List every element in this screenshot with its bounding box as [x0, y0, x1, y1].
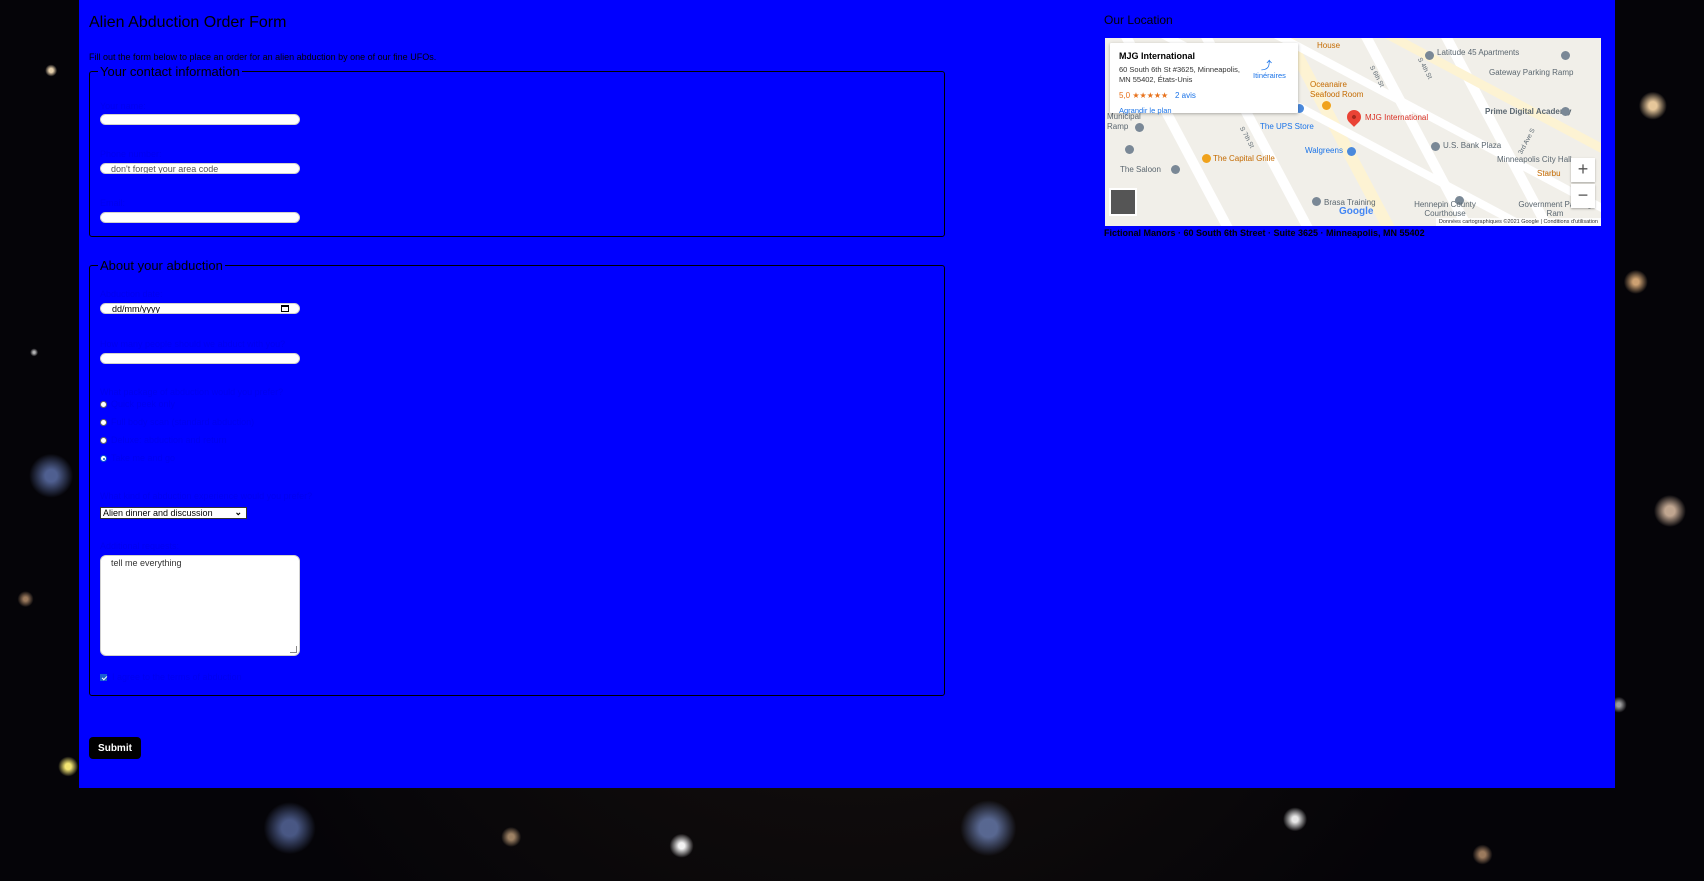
count-input[interactable] [100, 353, 300, 364]
radio-label: Deluxe: abduction and return [111, 435, 227, 445]
name-input[interactable] [100, 114, 300, 125]
map-pin-icon [1425, 51, 1434, 60]
map-label: Latitude 45 Apartments [1437, 48, 1520, 57]
experience-selected: Alien dinner and discussion [103, 508, 213, 518]
google-logo: Google [1339, 206, 1374, 217]
map-pin-icon [1561, 51, 1570, 60]
map-pin-icon [1125, 145, 1134, 154]
date-placeholder: dd/mm/yyyy [112, 304, 161, 314]
message-placeholder: tell me everything [111, 558, 182, 568]
radio-label: Quick peek only [111, 399, 176, 409]
place-rating: 5,0 ★★★★★ [1119, 91, 1169, 100]
map-label: Walgreens [1305, 146, 1343, 155]
street-label: 3rd Ave S [1517, 127, 1537, 156]
location-pin-icon [1344, 107, 1364, 127]
place-address: 60 South 6th St #3625, Minneapolis, MN 5… [1119, 65, 1240, 84]
zoom-out-button[interactable]: − [1571, 184, 1595, 208]
map-layer-thumbnail[interactable] [1109, 188, 1137, 216]
contact-fieldset: Your contact information Your name: Phon… [89, 64, 945, 237]
map-pin-icon [1312, 197, 1321, 206]
place-name: MJG International [1119, 51, 1196, 61]
chevron-down-icon: ⌄ [234, 507, 242, 517]
experience-select[interactable]: Alien dinner and discussion ⌄ [100, 507, 247, 519]
map-label: The UPS Store [1260, 122, 1314, 131]
map-label: Hennepin County Courthouse [1414, 200, 1476, 218]
calendar-icon[interactable] [281, 305, 289, 312]
enlarge-map-link[interactable]: Agrandir le plan [1119, 106, 1172, 115]
form-intro: Fill out the form below to place an orde… [89, 52, 437, 62]
map-pin-icon [1431, 142, 1440, 151]
submit-button[interactable]: Submit [89, 737, 141, 759]
radio-label: Take me and go [111, 453, 176, 463]
date-input[interactable]: dd/mm/yyyy [100, 303, 300, 314]
map-attribution[interactable]: Données cartographiques ©2021 Google | C… [1435, 218, 1601, 226]
location-address: Fictional Manors · 60 South 6th Street ·… [1104, 228, 1425, 238]
map-label: The Saloon [1120, 165, 1161, 174]
place-reviews-link[interactable]: 2 avis [1175, 91, 1196, 100]
radio-button-selected[interactable] [100, 455, 107, 462]
radio-button[interactable] [100, 437, 107, 444]
map-label: The Capital Grille [1213, 154, 1275, 163]
map-label: Oceanaire Seafood Room [1310, 80, 1364, 99]
radio-button[interactable] [100, 419, 107, 426]
map-label: House [1317, 41, 1341, 50]
map-pin-icon [1561, 107, 1570, 116]
main-panel: Alien Abduction Order Form Fill out the … [79, 0, 1615, 788]
map-pin-icon [1171, 165, 1180, 174]
map-label: Starbu [1537, 169, 1561, 178]
map-pin-icon [1322, 101, 1331, 110]
contact-legend: Your contact information [100, 64, 240, 79]
abduction-legend: About your abduction [100, 258, 223, 273]
radio-label: Full body scan (standard abduction) [111, 417, 255, 427]
page-title: Alien Abduction Order Form [89, 14, 287, 31]
map-label: U.S. Bank Plaza [1443, 141, 1502, 150]
resize-handle-icon[interactable] [290, 646, 297, 653]
map-label: Gateway Parking Ramp [1489, 68, 1574, 77]
map-pin-icon [1135, 123, 1144, 132]
message-textarea[interactable]: tell me everything [100, 555, 300, 656]
experience-label: What kind of abduction experience would … [100, 491, 313, 501]
radio-button[interactable] [100, 401, 107, 408]
map-pin-icon [1347, 147, 1356, 156]
phone-label: Phone number: [100, 149, 162, 159]
agree-label: I agree to the terms of abduction [112, 672, 242, 682]
location-title: Our Location [1104, 13, 1173, 27]
agree-checkbox[interactable] [100, 674, 107, 681]
phone-input[interactable]: don't forget your area code [100, 163, 300, 174]
message-label: Additional requests: [100, 541, 180, 551]
email-input[interactable] [100, 212, 300, 223]
abduction-fieldset: About your abduction Abduction date: dd/… [89, 258, 945, 696]
directions-link[interactable]: Itinéraires [1253, 71, 1286, 80]
place-card: MJG International 60 South 6th St #3625,… [1110, 43, 1298, 115]
zoom-in-button[interactable]: + [1571, 158, 1595, 182]
map-label: MJG International [1365, 113, 1429, 122]
map-pin-icon [1202, 154, 1211, 163]
google-map[interactable]: House Latitude 45 Apartments Gateway Par… [1105, 38, 1601, 226]
name-label: Your name: [100, 101, 146, 111]
package-label: What package of abduction would you pref… [100, 387, 284, 397]
count-label: How many people should we abduct with yo… [100, 339, 286, 349]
map-label: Prime Digital Academy [1485, 107, 1572, 116]
map-label: Minneapolis City Hall [1497, 155, 1572, 164]
email-label: Email: [100, 198, 126, 208]
date-label: Abduction date: [100, 289, 163, 299]
